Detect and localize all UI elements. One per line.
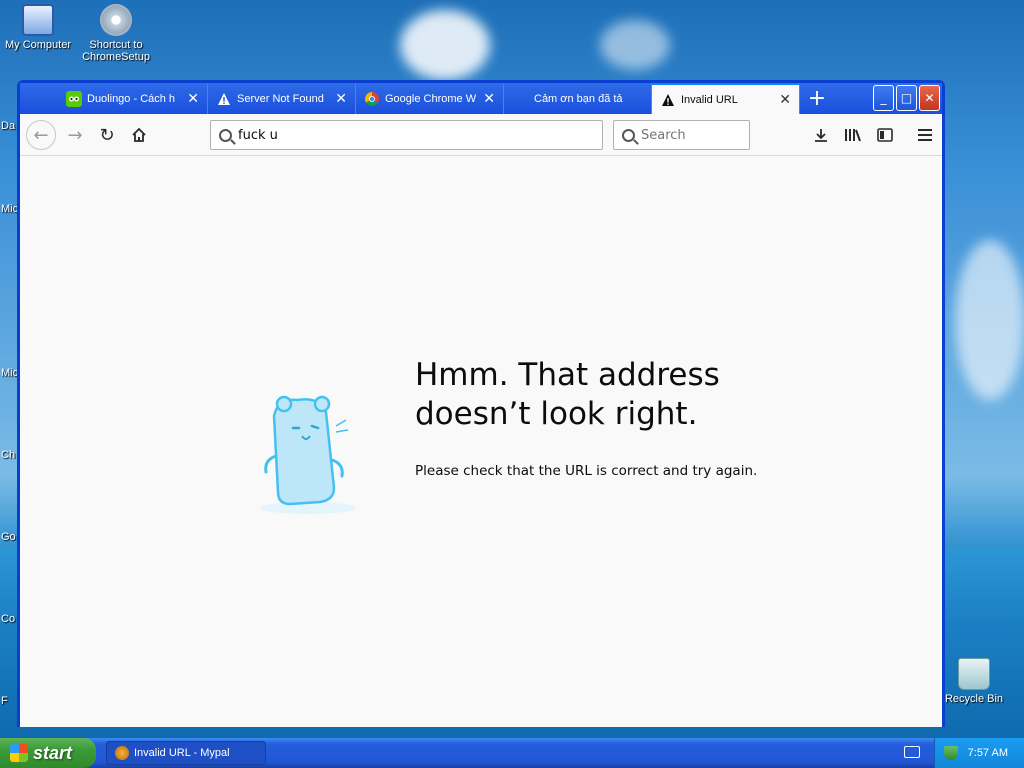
reload-button[interactable]: ↻ [92, 120, 122, 150]
keyboard-icon[interactable] [904, 746, 920, 758]
window-controls: _ □ ✕ [873, 85, 940, 111]
desktop-edge-label: F [1, 695, 8, 707]
downloads-button[interactable] [806, 120, 836, 150]
close-icon[interactable]: ✕ [779, 91, 791, 108]
tab-duolingo[interactable]: Duolingo - Cách h ✕ [58, 83, 208, 114]
maximize-button[interactable]: □ [896, 85, 917, 111]
error-description: Please check that the URL is correct and… [415, 463, 758, 479]
home-button[interactable] [124, 120, 154, 150]
desktop-edge-label: Co [1, 613, 16, 625]
browser-window: Duolingo - Cách h ✕ Server Not Found ✕ G… [17, 80, 945, 727]
clock[interactable]: 7:57 AM [968, 747, 1008, 759]
start-button[interactable]: start [0, 738, 96, 768]
tab-label: Google Chrome W [385, 92, 477, 105]
cloud [600, 20, 670, 70]
page-content: Hmm. That address doesn’t look right. Pl… [20, 156, 942, 727]
search-icon [219, 128, 232, 142]
tab-label: Server Not Found [237, 92, 324, 105]
desktop-edge-label: Da [1, 120, 16, 132]
taskbar-item-label: Invalid URL - Mypal [134, 747, 230, 759]
home-icon [132, 127, 146, 142]
tab-strip-spacer [20, 83, 58, 114]
desktop-edge-label: Mic [1, 203, 19, 215]
url-bar[interactable] [210, 120, 603, 150]
warning-icon [216, 91, 232, 107]
error-title: Hmm. That address doesn’t look right. [415, 357, 720, 432]
chrome-icon [364, 91, 380, 107]
library-icon [845, 129, 861, 142]
arrow-right-icon: → [67, 124, 83, 146]
tab-google-chrome[interactable]: Google Chrome W ✕ [356, 83, 504, 114]
mypal-icon [115, 746, 129, 760]
tab-invalid-url[interactable]: Invalid URL ✕ [652, 83, 800, 114]
desktop-icon-label: My Computer [4, 39, 72, 51]
security-shield-icon[interactable] [943, 746, 958, 760]
tab-label: Invalid URL [681, 93, 738, 106]
url-input[interactable] [238, 127, 538, 143]
duolingo-icon [66, 90, 82, 107]
forward-button[interactable]: → [60, 120, 90, 150]
search-bar[interactable] [613, 120, 750, 150]
chrome-setup-icon [100, 4, 132, 36]
hamburger-menu-icon [918, 129, 932, 141]
desktop-icon-label: Recycle Bin [944, 693, 1004, 705]
cloud [955, 240, 1024, 400]
desktop-edge-label: Ch [1, 449, 16, 461]
close-icon[interactable]: ✕ [483, 90, 495, 107]
desktop-icon-my-computer[interactable]: My Computer [0, 4, 76, 51]
desktop-icon-recycle-bin[interactable]: Recycle Bin [936, 658, 1012, 705]
menu-button[interactable] [910, 120, 940, 150]
cloud [400, 10, 490, 80]
tab-server-not-found[interactable]: Server Not Found ✕ [208, 83, 356, 114]
desktop-edge-label: Mic [1, 367, 19, 379]
taskbar-item-mypal[interactable]: Invalid URL - Mypal [106, 741, 266, 765]
taskbar: start Invalid URL - Mypal 7:57 AM [0, 738, 1024, 768]
close-icon[interactable]: ✕ [187, 90, 199, 107]
minimize-button[interactable]: _ [873, 85, 894, 111]
warning-icon [660, 92, 676, 108]
tab-label: Duolingo - Cách h [87, 92, 176, 105]
search-input[interactable] [641, 127, 741, 143]
sidebar-button[interactable] [870, 120, 900, 150]
desktop-edge-label: Go [1, 531, 16, 543]
reload-icon: ↻ [99, 124, 115, 146]
system-tray: 7:57 AM [934, 738, 1024, 768]
nav-toolbar: ← → ↻ [20, 114, 942, 156]
my-computer-icon [22, 4, 54, 36]
tab-cam-on-ban[interactable]: Cảm ơn bạn đã tả [504, 83, 652, 114]
desktop-icon-chrome-setup[interactable]: Shortcut to ChromeSetup [78, 4, 154, 63]
desktop-icon-label: Shortcut to ChromeSetup [82, 39, 150, 63]
arrow-left-icon: ← [33, 124, 49, 146]
library-button[interactable] [838, 120, 868, 150]
close-icon[interactable]: ✕ [335, 90, 347, 107]
close-window-button[interactable]: ✕ [919, 85, 940, 111]
recycle-bin-icon [958, 658, 990, 690]
error-mascot-illustration [260, 395, 356, 514]
download-icon [815, 129, 827, 142]
tab-strip: Duolingo - Cách h ✕ Server Not Found ✕ G… [20, 83, 942, 114]
tab-label: Cảm ơn bạn đã tả [534, 92, 623, 105]
windows-logo-icon [10, 744, 28, 762]
search-icon [622, 128, 635, 142]
start-label: start [33, 742, 73, 763]
back-button[interactable]: ← [26, 120, 56, 150]
sidebar-icon [877, 128, 893, 142]
new-tab-button[interactable]: + [800, 83, 834, 114]
